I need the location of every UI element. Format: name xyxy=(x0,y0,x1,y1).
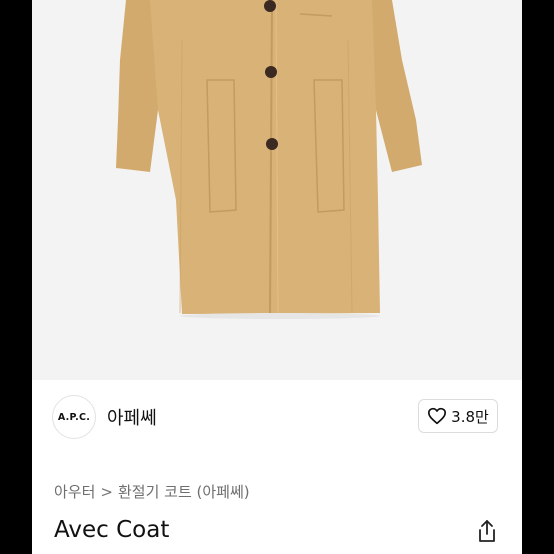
breadcrumb-item-category[interactable]: 환절기 코트 (아페쎄) xyxy=(118,483,250,501)
share-icon[interactable] xyxy=(475,518,499,544)
brand-logo[interactable]: A.P.C. xyxy=(52,395,96,439)
breadcrumb-item-outer[interactable]: 아우터 xyxy=(54,483,95,501)
coat-illustration xyxy=(116,0,422,319)
like-count: 3.8만 xyxy=(451,407,489,426)
breadcrumb-separator: > xyxy=(100,483,113,501)
heart-outline-icon xyxy=(428,407,447,425)
product-image[interactable] xyxy=(32,0,522,380)
brand-row: A.P.C. 아페쎄 3.8만 xyxy=(32,380,522,454)
product-title: Avec Coat xyxy=(54,517,170,543)
like-button[interactable]: 3.8만 xyxy=(418,399,498,433)
product-page: A.P.C. 아페쎄 3.8만 아우터 > 환절기 코트 (아페쎄) Avec Co… xyxy=(32,0,522,554)
breadcrumb: 아우터 > 환절기 코트 (아페쎄) xyxy=(54,481,250,502)
brand-name[interactable]: 아페쎄 xyxy=(107,404,157,430)
